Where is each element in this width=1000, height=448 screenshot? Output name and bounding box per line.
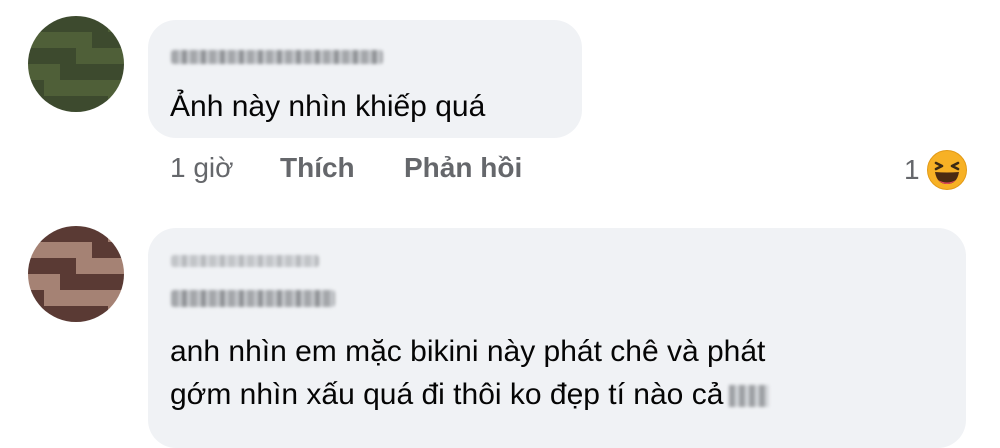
comment-text-content: gớm nhìn xấu quá đi thôi ko đẹp tí nào c… [170, 378, 724, 411]
comment-text-line: gớm nhìn xấu quá đi thôi ko đẹp tí nào c… [170, 373, 770, 417]
commenter-avatar[interactable] [28, 226, 124, 322]
laugh-emoji-icon [926, 150, 967, 190]
like-button[interactable]: Thích [280, 152, 355, 184]
commenter-name-blurred[interactable] [171, 50, 383, 64]
commenter-avatar[interactable] [28, 16, 124, 112]
commenter-name-blurred[interactable] [171, 290, 335, 307]
commenter-badge-blurred [171, 255, 319, 267]
blurred-emoji-icon [729, 385, 770, 408]
reply-button[interactable]: Phản hồi [404, 152, 522, 184]
comment-time[interactable]: 1 giờ [170, 152, 234, 184]
comment-text: Ảnh này nhìn khiếp quá [170, 90, 486, 123]
reaction-summary[interactable]: 1 [904, 148, 968, 192]
comment-text-line: anh nhìn em mặc bikini này phát chê và p… [170, 335, 766, 368]
reaction-count: 1 [904, 154, 920, 185]
